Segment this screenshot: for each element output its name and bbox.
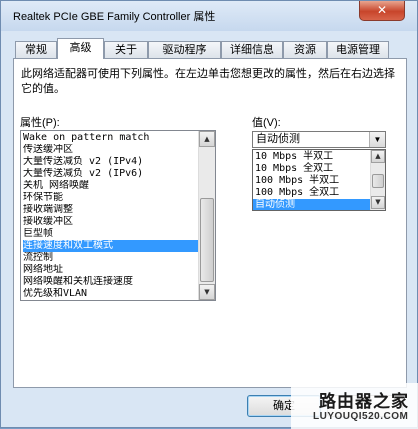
scroll-down-icon[interactable]: ▼ xyxy=(199,284,215,300)
close-button[interactable]: ✕ xyxy=(359,1,405,21)
watermark-title: 路由器之家 xyxy=(319,392,409,412)
properties-dialog: Realtek PCIe GBE Family Controller 属性 ✕ … xyxy=(0,0,418,429)
list-item[interactable]: Wake on pattern match xyxy=(23,132,201,144)
tab-resources[interactable]: 资源 xyxy=(283,41,327,58)
list-item-selected[interactable]: 连接速度和双工模式 xyxy=(23,240,201,252)
dropdown-option[interactable]: 10 Mbps 半双工 xyxy=(255,151,371,163)
list-item[interactable]: 关机 网络唤醒 xyxy=(23,180,201,192)
list-item[interactable]: 网络唤醒和关机连接速度 xyxy=(23,276,201,288)
scroll-thumb[interactable] xyxy=(200,198,214,282)
tab-power-management[interactable]: 电源管理 xyxy=(327,41,389,58)
dropdown-option[interactable]: 100 Mbps 半双工 xyxy=(255,175,371,187)
scroll-thumb[interactable] xyxy=(372,174,384,188)
dropdown-option-selected[interactable]: 自动侦测 xyxy=(253,199,371,210)
dropdown-scrollbar[interactable]: ▲ ▼ xyxy=(370,150,385,210)
scroll-up-icon[interactable]: ▲ xyxy=(371,150,385,163)
panel-description: 此网络适配器可使用下列属性。在左边单击您想更改的属性，然后在右边选择它的值。 xyxy=(21,68,395,95)
list-item[interactable]: 网络地址 xyxy=(23,264,201,276)
scroll-down-icon[interactable]: ▼ xyxy=(371,196,385,209)
property-label: 属性(P): xyxy=(20,117,60,129)
list-item[interactable]: 流控制 xyxy=(23,252,201,264)
value-label: 值(V): xyxy=(252,117,281,129)
tab-details[interactable]: 详细信息 xyxy=(221,41,283,58)
tab-about[interactable]: 关于 xyxy=(104,41,148,58)
list-item[interactable]: 大量传送减负 v2 (IPv4) xyxy=(23,156,201,168)
combo-selected-value: 自动侦测 xyxy=(256,133,300,145)
tab-general[interactable]: 常规 xyxy=(15,41,57,58)
list-item[interactable]: 优先级和VLAN xyxy=(23,288,201,300)
window-title: Realtek PCIe GBE Family Controller 属性 xyxy=(13,11,216,23)
chevron-down-icon[interactable]: ▼ xyxy=(369,132,385,147)
property-list-scrollbar[interactable]: ▲ ▼ xyxy=(198,131,215,300)
list-item[interactable]: 接收端调整 xyxy=(23,204,201,216)
property-listbox[interactable]: Wake on pattern match 传送缓冲区 大量传送减负 v2 (I… xyxy=(20,130,216,301)
watermark-url: LUYOUQI520.COM xyxy=(313,411,409,422)
title-bar[interactable]: Realtek PCIe GBE Family Controller 属性 ✕ xyxy=(1,1,417,31)
list-item[interactable]: 环保节能 xyxy=(23,192,201,204)
list-item[interactable]: 巨型帧 xyxy=(23,228,201,240)
value-dropdown-list[interactable]: 10 Mbps 半双工 10 Mbps 全双工 100 Mbps 半双工 100… xyxy=(252,149,386,211)
scroll-up-icon[interactable]: ▲ xyxy=(199,131,215,147)
tab-advanced[interactable]: 高级 xyxy=(57,38,104,59)
tab-driver[interactable]: 驱动程序 xyxy=(148,41,221,58)
dropdown-option[interactable]: 10 Mbps 全双工 xyxy=(255,163,371,175)
list-item[interactable]: 接收缓冲区 xyxy=(23,216,201,228)
value-combobox[interactable]: 自动侦测 ▼ xyxy=(252,131,386,148)
list-item[interactable]: 大量传送减负 v2 (IPv6) xyxy=(23,168,201,180)
dropdown-option[interactable]: 100 Mbps 全双工 xyxy=(255,187,371,199)
list-item[interactable]: 传送缓冲区 xyxy=(23,144,201,156)
